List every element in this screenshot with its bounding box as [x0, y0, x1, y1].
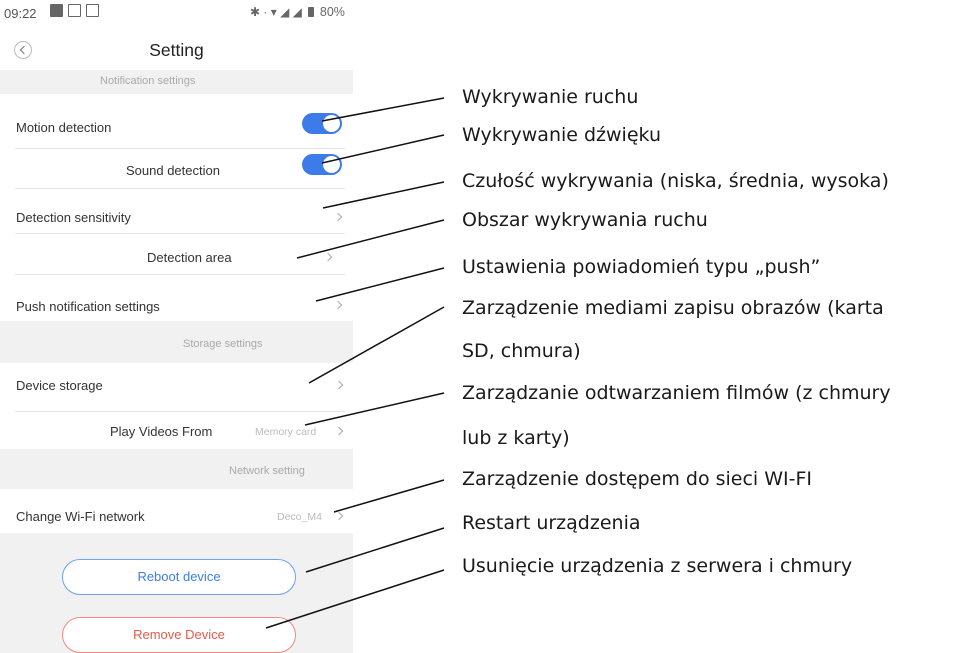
- caption-sound: Wykrywanie dźwięku: [462, 124, 661, 146]
- setting-row-detection-sensitivity[interactable]: Detection sensitivity: [0, 189, 353, 233]
- reboot-device-button[interactable]: Reboot device: [62, 559, 296, 595]
- section-label: Storage settings: [183, 338, 263, 350]
- caption-sensitivity: Czułość wykrywania (niska, średnia, wyso…: [462, 170, 889, 192]
- section-label: Network setting: [229, 465, 305, 477]
- mail-icon: [86, 4, 99, 17]
- section-label: Notification settings: [100, 75, 196, 87]
- section-header-notification: Notification settings: [0, 70, 353, 94]
- chevron-right-icon: [334, 380, 344, 390]
- chevron-right-icon: [323, 252, 333, 262]
- status-notification-icons: [50, 4, 99, 17]
- title-bar: Setting: [0, 36, 353, 70]
- caption-restart: Restart urządzenia: [462, 512, 641, 534]
- setting-row-detection-area[interactable]: Detection area: [0, 234, 353, 274]
- caption-media-1: Zarządzenie mediami zapisu obrazów (kart…: [462, 297, 884, 319]
- setting-row-change-wifi[interactable]: Change Wi-Fi network Deco_M4: [0, 489, 353, 533]
- motion-detection-toggle[interactable]: [302, 113, 342, 134]
- action-area: Reboot device Remove Device: [0, 533, 353, 653]
- status-bar: 09:22 ✱ · ▾ ◢ ◢ 80%: [0, 0, 353, 30]
- toggle-knob: [323, 156, 340, 173]
- chevron-right-icon: [334, 426, 344, 436]
- setting-label: Play Videos From: [110, 424, 213, 439]
- caption-motion: Wykrywanie ruchu: [462, 86, 639, 108]
- caption-wifi: Zarządzenie dostępem do sieci WI-FI: [462, 468, 813, 490]
- setting-label: Motion detection: [16, 120, 112, 135]
- setting-value: Memory card: [255, 426, 317, 438]
- image-icon: [68, 4, 81, 17]
- setting-row-push-notification[interactable]: Push notification settings: [0, 275, 353, 321]
- caption-media-2: SD, chmura): [462, 340, 581, 362]
- page-title: Setting: [149, 40, 204, 60]
- caption-remove: Usunięcie urządzenia z serwera i chmury: [462, 555, 853, 577]
- setting-row-play-videos-from[interactable]: Play Videos From Memory card: [0, 412, 353, 449]
- section-header-network: Network setting: [0, 449, 353, 489]
- section-header-storage: Storage settings: [0, 321, 353, 363]
- setting-value: Deco_M4: [277, 511, 322, 523]
- notification-icon: [50, 4, 63, 17]
- setting-row-motion-detection[interactable]: Motion detection: [0, 94, 353, 154]
- caption-playback-1: Zarządzanie odtwarzaniem filmów (z chmur…: [462, 382, 891, 404]
- sound-detection-toggle[interactable]: [302, 154, 342, 175]
- remove-device-button[interactable]: Remove Device: [62, 617, 296, 653]
- setting-label: Sound detection: [126, 163, 220, 178]
- setting-row-device-storage[interactable]: Device storage: [0, 363, 353, 411]
- setting-label: Detection sensitivity: [16, 210, 131, 225]
- caption-playback-2: lub z karty): [462, 427, 570, 449]
- caption-push: Ustawienia powiadomień typu „push”: [462, 256, 821, 278]
- battery-icon: [307, 7, 314, 17]
- phone-screenshot: 09:22 ✱ · ▾ ◢ ◢ 80% Setting Notification…: [0, 0, 353, 653]
- toggle-knob: [323, 115, 340, 132]
- chevron-right-icon: [334, 511, 344, 521]
- chevron-right-icon: [333, 300, 343, 310]
- battery-level: 80%: [319, 5, 345, 19]
- chevron-right-icon: [333, 212, 343, 222]
- status-time: 09:22: [4, 6, 37, 21]
- caption-area: Obszar wykrywania ruchu: [462, 209, 708, 231]
- signal-icons: ✱ · ▾ ◢ ◢: [250, 5, 302, 19]
- setting-label: Push notification settings: [16, 299, 160, 314]
- setting-row-sound-detection[interactable]: Sound detection: [0, 149, 353, 189]
- status-indicators: ✱ · ▾ ◢ ◢ 80%: [250, 5, 345, 19]
- setting-label: Device storage: [16, 378, 103, 393]
- setting-label: Change Wi-Fi network: [16, 509, 145, 524]
- setting-label: Detection area: [147, 250, 232, 265]
